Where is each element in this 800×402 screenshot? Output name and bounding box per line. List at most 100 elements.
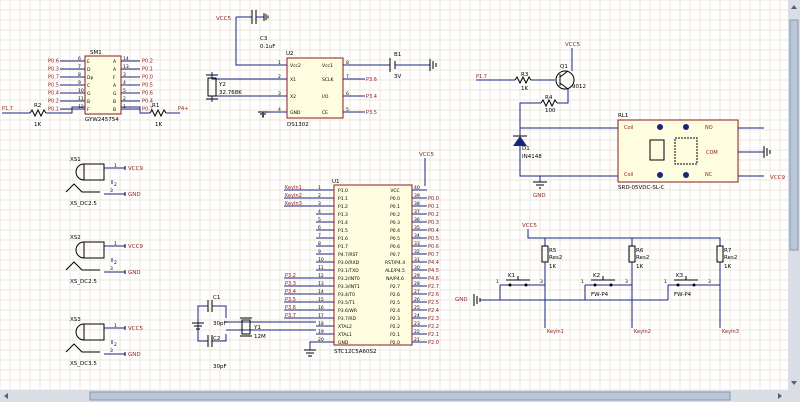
gnd-label-relay: GND <box>533 193 546 199</box>
u1-pin-left: P4.7/RST <box>338 252 358 258</box>
connector-name: XS_DC2.5 <box>70 201 97 207</box>
u1-pin-num-left: 5 <box>318 217 321 223</box>
connector-power: VCC9 <box>128 244 143 250</box>
u1-pin-num-left: 3 <box>318 201 321 207</box>
key-pin: 1 <box>581 279 584 285</box>
u1-ref: U1 <box>332 179 340 185</box>
u1-pin-num-right: 27 <box>414 289 420 295</box>
sm1-left-num: 11 <box>78 96 84 102</box>
u1-pin-left: P1.7 <box>338 244 348 250</box>
u1-pin-left: XTAL1 <box>338 332 352 338</box>
u1-pin-num-right: 26 <box>414 297 420 303</box>
key-label: FW-P4 <box>674 292 692 298</box>
sm1-left-num: 7 <box>78 64 81 70</box>
u1-net-left: P3.6 <box>285 305 296 311</box>
connector-pin: 2 <box>114 342 117 348</box>
c3-ref: C3 <box>260 36 268 42</box>
key-net: KeyIn2 <box>634 329 651 335</box>
horizontal-scrollbar[interactable] <box>0 390 788 402</box>
u1-pin-left: P3.3/INT1 <box>338 284 360 290</box>
connector-pin: 2 <box>114 260 117 266</box>
u1-pin-num-right: 39 <box>414 193 420 199</box>
sm1-left-net: P0.7 <box>48 75 59 81</box>
connector-ref: XS3 <box>70 317 81 323</box>
r3-ref: R3 <box>521 72 529 78</box>
u1-pin-left: GND <box>338 340 349 346</box>
vertical-scrollbar[interactable] <box>788 0 800 402</box>
u1-name: STC12C5A60S2 <box>334 349 376 355</box>
u1-pin-num-right: 29 <box>414 273 420 279</box>
u1-pin-num-right: 25 <box>414 305 420 311</box>
y1-value: 12M <box>254 334 266 340</box>
u1-pin-left: P3.6/WR <box>338 308 357 314</box>
d1-ref: D1 <box>522 146 530 152</box>
connector-gnd: GND <box>128 192 141 198</box>
u1-net-left: P3.3 <box>285 281 296 287</box>
vcc5-label-4: VCC5 <box>522 223 537 229</box>
sm1-ref: SM1 <box>90 50 102 56</box>
schematic-canvas: SM1 P0.6 E6P0.3 D7P0.7 Dp8P0.5 C9P0.4 G10P0.2… <box>0 0 800 402</box>
u1-pin-right: P2.6 <box>390 292 400 298</box>
key-r-role: Res2 <box>724 255 737 261</box>
u2-pin-left: GND <box>290 110 301 116</box>
u1-pin-right: VCC <box>390 188 399 194</box>
u1-pin-num-left: 4 <box>318 209 321 215</box>
u1-pin-left: P3.5/T1 <box>338 300 355 306</box>
y2-ref: Y2 <box>218 82 226 88</box>
sm1-left-letter: E <box>87 59 90 65</box>
rl1-coil-bottom: Coil <box>624 172 633 178</box>
connector-pin: 1 <box>114 241 117 247</box>
sm1-left-net: P0.3 <box>48 67 59 73</box>
key-pin: 1 <box>664 279 667 285</box>
sm1-right-num: 3 <box>123 72 126 78</box>
vcc5-label-2: VCC5 <box>565 42 580 48</box>
sm1-left-num: 6 <box>78 56 81 62</box>
u1-net-left: KeyIn2 <box>285 193 302 199</box>
sm1-right-num: 4 <box>123 80 126 86</box>
key-r-role: Res2 <box>549 255 562 261</box>
u1-pin-num-left: 10 <box>318 257 324 263</box>
u1-net-right: P2.7 <box>428 284 439 290</box>
gnd-label-keys: GND <box>455 297 468 303</box>
u2-name: DS1302 <box>287 122 309 128</box>
sm1-left-letter: Dp <box>87 75 93 81</box>
u1-pin-num-left: 12 <box>318 273 324 279</box>
u1-pin-right: P2.1 <box>390 332 400 338</box>
key-ref: K3 <box>676 273 684 279</box>
u1-pin-num-right: 24 <box>414 313 420 319</box>
u1-net-right: P4.6 <box>428 276 439 282</box>
horizontal-scroll-thumb[interactable] <box>89 391 731 401</box>
connector-pin: 3 <box>110 348 113 354</box>
sm1-left-letter: D <box>87 67 91 73</box>
sm1-left-letter: G <box>87 91 91 97</box>
u1-pin-right: P0.0 <box>390 196 400 202</box>
u2-ref: U2 <box>286 51 294 57</box>
u2-pin-left: X2 <box>290 94 296 100</box>
u1-pin-right: P0.4 <box>390 228 400 234</box>
u1-net-right: P2.3 <box>428 316 439 322</box>
u1-pin-num-left: 15 <box>318 297 324 303</box>
u1-pin-num-right: 22 <box>414 329 420 335</box>
r2-net: P1.7 <box>2 106 13 112</box>
u1-net-left: KeyIn1 <box>285 185 302 191</box>
u1-pin-right: P0.6 <box>390 244 400 250</box>
u1-pin-right: RST/P4.4 <box>385 260 405 266</box>
r3-value: 1K <box>521 86 528 92</box>
u2-net: P3.5 <box>366 110 377 116</box>
u1-pin-num-right: 32 <box>414 249 420 255</box>
key-ref: K2 <box>593 273 600 279</box>
sm1-name: GYW245754 <box>85 117 119 123</box>
sm1-right-letter: G <box>113 91 117 97</box>
u1-pin-right: P2.5 <box>390 300 400 306</box>
u1-pin-num-left: 14 <box>318 289 324 295</box>
sm1-right-num: 13 <box>123 64 129 70</box>
sm1-right-net: P0.5 <box>142 83 153 89</box>
q1-ref: Q1 <box>560 64 568 70</box>
vertical-scroll-thumb[interactable] <box>789 19 799 251</box>
u1-pin-right: NA/P4.6 <box>386 276 404 282</box>
u2-pin-right: Vcc1 <box>322 63 333 69</box>
u1-pin-left: P1.3 <box>338 212 348 218</box>
u1-net-right: P0.5 <box>428 236 439 242</box>
rl1-no: NO <box>705 125 713 131</box>
u1-pin-left: P1.6 <box>338 236 348 242</box>
